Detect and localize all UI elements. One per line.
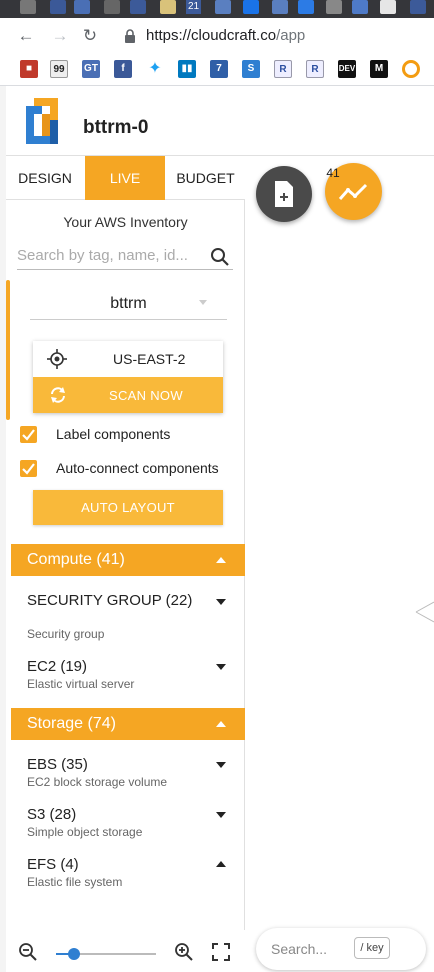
list-item-subtitle: Elastic file system	[27, 875, 123, 889]
scan-now-button[interactable]: SCAN NOW	[33, 377, 223, 413]
trend-icon	[338, 183, 368, 200]
browser-tab-strip: 21	[0, 0, 434, 18]
project-name[interactable]: bttrm-0	[83, 117, 148, 139]
bookmark-icon[interactable]: 7	[210, 60, 228, 78]
bookmark-icon[interactable]: S	[242, 60, 260, 78]
trello-icon[interactable]: ▮▮	[178, 60, 196, 78]
checkmark-icon	[22, 463, 35, 475]
add-document-icon	[275, 181, 293, 207]
label-components-checkbox[interactable]	[20, 426, 37, 443]
chevron-down-icon[interactable]	[199, 300, 207, 305]
scan-now-label: SCAN NOW	[109, 388, 183, 403]
tab-favicon[interactable]	[104, 0, 120, 14]
section-title: Compute (41)	[27, 551, 125, 568]
list-item-subtitle: Elastic virtual server	[27, 677, 135, 691]
chevron-down-icon[interactable]	[216, 599, 226, 605]
zoom-out-icon[interactable]	[18, 942, 38, 962]
tab-live[interactable]: LIVE	[85, 156, 165, 200]
account-select[interactable]: bttrm	[30, 290, 227, 320]
refresh-icon	[51, 387, 65, 403]
chevron-down-icon[interactable]	[216, 664, 226, 670]
tab-badge[interactable]: 21	[186, 0, 202, 14]
add-blueprint-button[interactable]	[256, 166, 312, 222]
bookmarks-bar: ■ 99 GT f ✦ ▮▮ 7 S R R DEV M	[0, 54, 434, 86]
url-field[interactable]: https://cloudcraft.co/app	[146, 27, 305, 44]
bookmark-medium[interactable]: M	[370, 60, 388, 78]
chevron-up-icon[interactable]	[216, 721, 226, 727]
canvas-search-placeholder: Search...	[271, 941, 328, 957]
tab-favicon[interactable]	[160, 0, 176, 14]
crosshair-icon	[47, 349, 67, 369]
chevron-up-icon[interactable]	[216, 861, 226, 867]
cloudcraft-logo[interactable]	[22, 96, 62, 146]
sidebar-scrollbar[interactable]	[6, 280, 10, 420]
tab-favicon[interactable]	[410, 0, 426, 14]
list-item-subtitle: EC2 block storage volume	[27, 775, 168, 789]
search-icon[interactable]	[210, 247, 230, 267]
region-select[interactable]: US-EAST-2	[33, 341, 223, 377]
chevron-down-icon[interactable]	[216, 762, 226, 768]
list-item-efs[interactable]: EFS (4)	[27, 856, 79, 873]
auto-connect-label: Auto-connect components	[56, 460, 219, 476]
bookmark-r[interactable]: R	[274, 60, 292, 78]
tab-favicon[interactable]	[74, 0, 90, 14]
list-item-ec2[interactable]: EC2 (19)	[27, 658, 87, 675]
label-components-label: Label components	[56, 426, 171, 442]
region-card: US-EAST-2 SCAN NOW	[33, 341, 223, 413]
checkmark-icon	[22, 429, 35, 441]
chevron-up-icon[interactable]	[216, 557, 226, 563]
forward-icon[interactable]: →	[50, 26, 70, 46]
bookmark-dev[interactable]: DEV	[338, 60, 356, 78]
tab-budget[interactable]: BUDGET	[166, 156, 245, 200]
app-header: bttrm-0	[0, 86, 434, 156]
list-item-ebs[interactable]: EBS (35)	[27, 756, 88, 773]
tab-favicon[interactable]	[50, 0, 66, 14]
tab-favicon[interactable]	[326, 0, 342, 14]
tab-favicon[interactable]	[352, 0, 368, 14]
tab-favicon[interactable]	[243, 0, 259, 14]
list-item-security-group[interactable]: SECURITY GROUP (22)	[27, 592, 197, 609]
chevron-down-icon[interactable]	[216, 812, 226, 818]
keyboard-shortcut-hint: / key	[354, 937, 390, 959]
tab-favicon[interactable]	[272, 0, 288, 14]
list-item-s3[interactable]: S3 (28)	[27, 806, 76, 823]
bookmark-99[interactable]: 99	[50, 60, 68, 78]
facebook-icon[interactable]: f	[114, 60, 132, 78]
zoom-slider-thumb[interactable]	[68, 948, 80, 960]
section-compute[interactable]: Compute (41)	[11, 544, 245, 576]
section-storage[interactable]: Storage (74)	[11, 708, 245, 740]
reload-icon[interactable]: ↻	[80, 26, 100, 46]
auto-layout-button[interactable]: AUTO LAYOUT	[33, 490, 223, 525]
list-item-subtitle: Simple object storage	[27, 825, 143, 839]
inventory-search-input[interactable]: Search by tag, name, id...	[17, 242, 233, 270]
canvas-search-input[interactable]: Search... / key	[256, 928, 426, 970]
diagram-fragment[interactable]	[414, 600, 434, 624]
region-label: US-EAST-2	[113, 351, 186, 367]
tab-favicon[interactable]	[380, 0, 396, 14]
url-path: /app	[276, 27, 306, 44]
auto-connect-checkbox[interactable]	[20, 460, 37, 477]
list-item-subtitle: Security group	[27, 627, 105, 641]
bookmark-r[interactable]: R	[306, 60, 324, 78]
fullscreen-icon[interactable]	[212, 943, 230, 961]
twitter-icon[interactable]: ✦	[146, 60, 164, 78]
bookmark-icon[interactable]: ■	[20, 60, 38, 78]
back-icon[interactable]: ←	[16, 26, 36, 46]
tab-favicon[interactable]	[298, 0, 314, 14]
tab-favicon[interactable]	[20, 0, 36, 14]
mode-tabs: DESIGN LIVE BUDGET	[6, 156, 245, 200]
inventory-title: Your AWS Inventory	[63, 214, 188, 230]
bookmark-gt[interactable]: GT	[82, 60, 100, 78]
bookmark-icon[interactable]	[402, 60, 420, 78]
zoom-in-icon[interactable]	[174, 942, 194, 962]
lock-icon	[125, 29, 135, 43]
zoom-bar	[6, 930, 245, 972]
address-bar: ← → ↻ https://cloudcraft.co/app	[0, 18, 434, 54]
live-count-badge: 41	[326, 166, 340, 180]
tab-favicon[interactable]	[130, 0, 146, 14]
url-host: https://cloudcraft.co	[146, 27, 277, 44]
section-title: Storage (74)	[27, 715, 116, 732]
tab-favicon[interactable]	[215, 0, 231, 14]
tab-design[interactable]: DESIGN	[6, 156, 84, 200]
